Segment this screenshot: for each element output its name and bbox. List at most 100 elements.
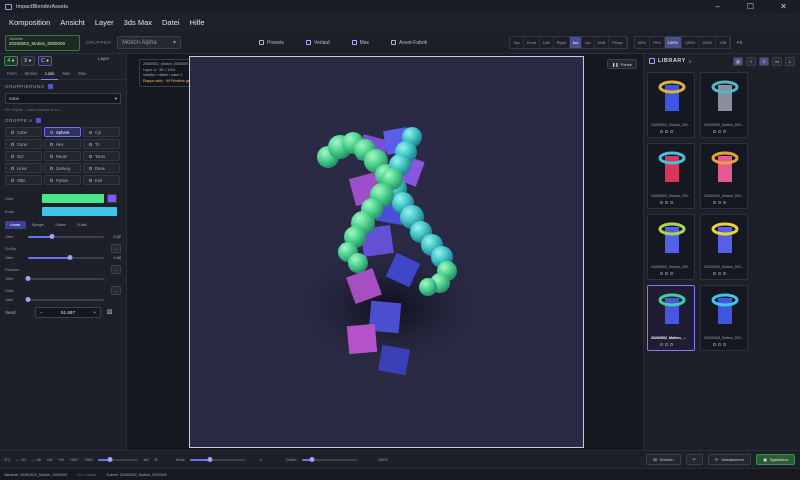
delete-icon[interactable] [723,130,726,133]
position-more-button[interactable]: ... [111,265,121,274]
hue-more-button[interactable]: ... [111,286,121,295]
color-start-swatch[interactable] [42,194,104,203]
size-slider[interactable] [28,254,104,260]
zoom-1-button[interactable]: 75% [650,37,665,48]
size-l-button[interactable]: L [785,56,795,66]
heart-icon[interactable] [713,343,716,346]
heart-icon[interactable] [660,201,663,204]
tab-form-0[interactable]: Form [3,68,21,79]
tab-look-2[interactable]: Look [41,68,59,80]
rotation-slider[interactable] [97,456,138,462]
tab-motion-1[interactable]: Motion [21,68,42,79]
variant-box[interactable]: Variante 20260502_Motion_0000009 [5,34,80,51]
star-icon[interactable] [665,272,668,275]
heart-icon[interactable] [713,272,716,275]
shape-cyl-button[interactable]: Cyl [83,127,120,137]
heart-icon[interactable] [713,130,716,133]
shape-stbe-button[interactable]: Stbe [5,175,42,185]
shape-pyram-button[interactable]: Pyram [44,175,81,185]
zoom-2-button[interactable]: 100% [664,37,682,48]
heart-icon[interactable] [713,201,716,204]
shape-raute-button[interactable]: Raute [44,151,81,161]
toggle-4-button[interactable]: 4 ● [4,56,18,66]
rotate-icon[interactable]: ⟳ [155,457,158,462]
menu-ansicht[interactable]: Ansicht [55,18,90,27]
hue-slider[interactable] [25,296,104,302]
delete-icon[interactable] [670,343,673,346]
size-more-button[interactable]: ... [111,244,121,253]
shape-hex-button[interactable]: Hex [44,139,81,149]
heart-icon[interactable] [660,343,663,346]
view-1-button[interactable]: Front [524,37,540,48]
render-canvas[interactable] [189,56,584,448]
star-icon[interactable] [665,343,668,346]
shape-oct-button[interactable]: Oct [5,151,42,161]
pause-button[interactable]: ❚❚ Pause [606,59,637,69]
refresh-button[interactable]: ⟳ Aktualisieren [707,454,752,465]
shape-cube-button[interactable]: Cube [5,127,42,137]
shape-torus-button[interactable]: Torus [83,151,120,161]
delete-icon[interactable] [670,201,673,204]
ease-stufen-tab[interactable]: Stufen [50,221,71,229]
library-item[interactable]: 20260502_Motion_000... [700,143,748,209]
presets-button[interactable]: Presets [251,36,292,50]
delete-icon[interactable] [670,272,673,275]
star-icon[interactable] [718,201,721,204]
star-icon[interactable] [718,343,721,346]
star-icon[interactable] [665,130,668,133]
delete-icon[interactable] [670,130,673,133]
view-6-button[interactable]: VnB [595,37,610,48]
size-s-button[interactable]: S [759,56,769,66]
shape-zenkeg-button[interactable]: Zenkeg [44,163,81,173]
seed-minus-button[interactable]: − [40,310,43,315]
library-item[interactable]: 20260502_Motion_000... [700,72,748,138]
rot-plus360[interactable]: +360 [84,458,93,462]
ease-spiegel-tab[interactable]: Spiegel [27,221,50,229]
minimize-button[interactable]: – [701,0,734,13]
size-m-button[interactable]: M [772,56,782,66]
toggle-8-button[interactable]: 8 ● [21,56,35,66]
shape-sphere-button[interactable]: Sphere [44,127,81,137]
heart-icon[interactable] [660,130,663,133]
shape-keil-button[interactable]: Keil [83,175,120,185]
asset-fabrik-button[interactable]: Asset-Fabrik [383,36,435,50]
zoom-0-button[interactable]: 50% [635,37,650,48]
fit-button[interactable]: Fit [737,40,742,45]
view-5-button[interactable]: Iso [582,37,595,48]
library-item[interactable]: 20260502_Motion_000... [647,72,695,138]
view-2-button[interactable]: Left [540,37,554,48]
dice-icon[interactable]: ⚄ [107,309,112,316]
zoom-3-button[interactable]: 125% [682,37,700,48]
tab-max-3[interactable]: Max [58,68,74,79]
star-icon[interactable] [718,272,721,275]
seed-plus-button[interactable]: + [93,310,96,315]
max-button[interactable]: Max [344,36,377,50]
ease-zufall-tab[interactable]: Zufall [72,221,91,229]
library-item[interactable]: 20260502_Motion_000... [647,214,695,280]
save-button[interactable]: ▣ Speichern [756,454,795,465]
shape-dreie-button[interactable]: Dreie [83,163,120,173]
view-3-button[interactable]: Right [554,37,570,48]
delete-icon[interactable] [723,272,726,275]
rot-minus45[interactable]: → -45 [31,458,41,462]
library-item[interactable]: 20260502_Motion_... [647,285,695,351]
library-item[interactable]: 20260502_Motion_000... [647,143,695,209]
color-pick-button[interactable] [107,194,117,203]
view-0-button[interactable]: Top [510,37,524,48]
toggle-c-button[interactable]: C ● [38,56,52,66]
zoom-4-button[interactable]: 150% [699,37,717,48]
menu-hilfe[interactable]: Hilfe [185,18,210,27]
jitter1-slider[interactable] [28,233,104,239]
ease-linear-tab[interactable]: Linear [5,221,26,229]
color-end-swatch[interactable] [42,207,117,216]
list-view-icon[interactable]: ≡ [746,56,756,66]
zoom-5-button[interactable]: 195 [716,37,731,48]
grouping-select[interactable]: none ▾ [5,93,121,104]
height-slider[interactable] [189,456,245,462]
rot-minus90[interactable]: ← -90 [15,458,25,462]
maximize-button[interactable]: ☐ [734,0,767,13]
shape-linse-button[interactable]: Linse [5,163,42,173]
delete-icon[interactable] [723,343,726,346]
menu-datei[interactable]: Datei [157,18,185,27]
star-icon[interactable] [665,201,668,204]
